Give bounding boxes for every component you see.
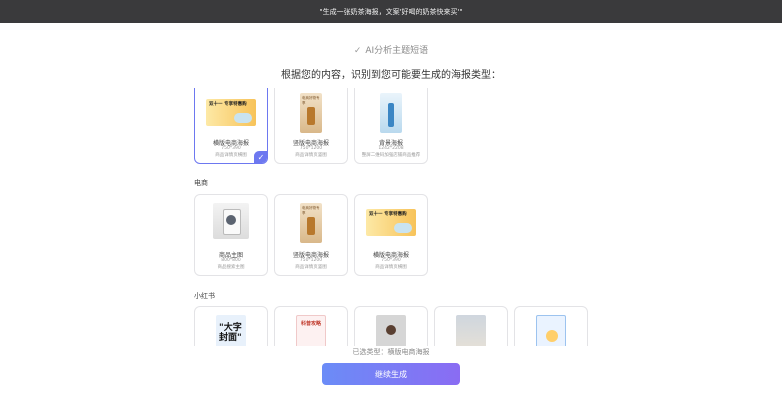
poster-card-vertical-ecommerce[interactable]: 电商好物专享 竖版电商海报 750*1200 商品详情页竖图 <box>274 88 348 164</box>
check-icon: ✓ <box>353 46 362 56</box>
thumbnail-caption: 电商好物专享 <box>302 206 320 215</box>
poster-card-size: 800*800 <box>221 258 241 263</box>
poster-thumbnail: 双十一 专享特惠购 <box>206 99 256 126</box>
poster-card-size: 750*390 <box>221 146 241 151</box>
poster-card-horizontal-ecommerce-2[interactable]: 双十一 专享特惠购 横版电商海报 750*390 商品详情页横图 <box>354 194 428 276</box>
poster-card-vertical-ecommerce-2[interactable]: 电商好物专享 竖版电商海报 750*1200 商品详情页竖图 <box>274 194 348 276</box>
poster-thumbnail: 科普攻略 <box>296 315 326 346</box>
poster-thumbnail <box>376 315 406 346</box>
poster-thumbnail: "大字 封面" <box>216 315 246 346</box>
section-title-xiaohongshu: 小红书 <box>194 292 215 300</box>
poster-card-desc: 整屏二维码加强店铺商品推荐 <box>361 153 421 158</box>
poster-thumbnail <box>213 203 249 239</box>
poster-card-desc: 商品详情页横图 <box>375 265 407 270</box>
analysis-status-text: AI分析主题短语 <box>365 46 429 56</box>
thumbnail-caption: "大字 封面" <box>219 323 242 343</box>
section-title-ecommerce: 电商 <box>194 179 208 187</box>
analysis-status: ✓ AI分析主题短语 <box>0 43 782 56</box>
poster-thumbnail: 双十一 专享特惠购 <box>366 209 416 236</box>
poster-thumbnail: 电商好物专享 <box>300 203 322 243</box>
poster-thumbnail <box>380 93 402 133</box>
poster-thumbnail: 电商好物专享 <box>300 93 322 133</box>
poster-card-xhs-3[interactable] <box>354 306 428 346</box>
page-heading: 根据您的内容，识别到您可能要生成的海报类型： <box>281 70 501 81</box>
poster-card-desc: 商品详情页竖图 <box>295 153 327 158</box>
poster-card-size: 750*1200 <box>299 258 323 263</box>
poster-type-scroll-area[interactable]: 双十一 专享特惠购 横版电商海报 750*390 商品详情页横图 ✓ 电商好物专… <box>0 88 782 346</box>
continue-generate-button[interactable]: 继续生成 <box>322 363 460 385</box>
poster-card-desc: 商品详情页竖图 <box>295 265 327 270</box>
poster-card-size: 1242*2208 <box>378 146 404 151</box>
poster-card-product-main[interactable]: 商品主图 800*800 商品搜索主图 <box>194 194 268 276</box>
poster-thumbnail <box>456 315 486 346</box>
poster-card-xhs-4[interactable] <box>434 306 508 346</box>
poster-card-horizontal-ecommerce[interactable]: 双十一 专享特惠购 横版电商海报 750*390 商品详情页横图 ✓ <box>194 88 268 164</box>
poster-card-background[interactable]: 背景海报 1242*2208 整屏二维码加强店铺商品推荐 <box>354 88 428 164</box>
prompt-text: "生成一张奶茶海报，文案'好喝的奶茶快来买'" <box>319 7 463 16</box>
thumbnail-caption: 科普攻略 <box>301 321 322 327</box>
prompt-banner: "生成一张奶茶海报，文案'好喝的奶茶快来买'" <box>0 0 782 23</box>
selected-type-text: 已选类型：横版电商海报 <box>352 348 430 356</box>
poster-card-xhs-1[interactable]: "大字 封面" <box>194 306 268 346</box>
poster-card-desc: 商品搜索主图 <box>217 265 245 270</box>
poster-card-xhs-2[interactable]: 科普攻略 <box>274 306 348 346</box>
thumbnail-caption: 电商好物专享 <box>302 96 320 105</box>
selected-check-icon: ✓ <box>254 151 267 163</box>
poster-card-size: 750*1200 <box>299 146 323 151</box>
poster-card-size: 750*390 <box>381 258 401 263</box>
poster-card-xhs-5[interactable] <box>514 306 588 346</box>
thumbnail-caption: 双十一 专享特惠购 <box>369 212 407 217</box>
poster-thumbnail <box>536 315 566 346</box>
thumbnail-caption: 双十一 专享特惠购 <box>209 102 247 107</box>
